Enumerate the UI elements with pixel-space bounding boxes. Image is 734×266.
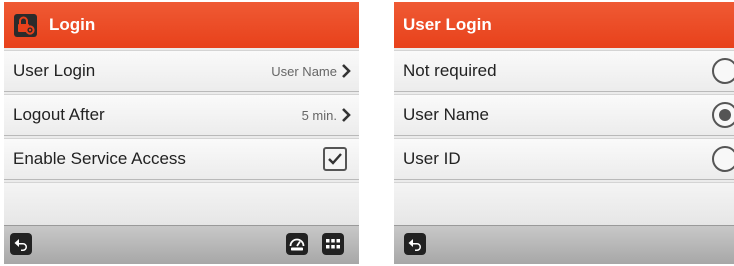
login-settings-panel: Login User Login User Name Logout After … — [4, 2, 359, 264]
user-login-label: User Login — [13, 61, 96, 80]
gauge-icon[interactable] — [286, 233, 308, 255]
login-header: Login — [4, 2, 359, 48]
enable-service-access-label: Enable Service Access — [13, 149, 186, 168]
user-login-header: User Login — [394, 2, 734, 48]
service-access-checkbox[interactable] — [323, 147, 347, 171]
option-label: Not required — [403, 61, 497, 80]
user-login-value: User Name — [271, 63, 337, 79]
lock-gear-icon — [14, 13, 37, 37]
footer-bar — [394, 225, 734, 264]
option-label: User ID — [403, 149, 461, 168]
user-login-panel: User Login Not required User Name User I… — [394, 2, 734, 264]
empty-row — [4, 182, 359, 227]
chevron-right-icon — [341, 63, 351, 79]
login-title: Login — [49, 15, 96, 34]
back-arrow-icon[interactable] — [404, 233, 426, 255]
radio-selected-dot — [719, 109, 731, 121]
user-login-row[interactable]: User Login User Name — [4, 50, 359, 92]
grid-menu-icon[interactable] — [322, 233, 344, 255]
option-user-id[interactable]: User ID — [394, 138, 734, 180]
enable-service-access-row[interactable]: Enable Service Access — [4, 138, 359, 180]
radio-button[interactable] — [712, 146, 734, 172]
option-user-name[interactable]: User Name — [394, 94, 734, 136]
back-arrow-icon[interactable] — [10, 233, 32, 255]
logout-after-label: Logout After — [13, 105, 105, 124]
radio-button[interactable] — [712, 58, 734, 84]
radio-button-selected[interactable] — [712, 102, 734, 128]
footer-bar — [4, 225, 359, 264]
option-not-required[interactable]: Not required — [394, 50, 734, 92]
chevron-right-icon — [341, 107, 351, 123]
user-login-title: User Login — [403, 15, 492, 34]
logout-after-value: 5 min. — [301, 107, 337, 123]
logout-after-row[interactable]: Logout After 5 min. — [4, 94, 359, 136]
empty-row — [394, 182, 734, 227]
option-label: User Name — [403, 105, 489, 124]
